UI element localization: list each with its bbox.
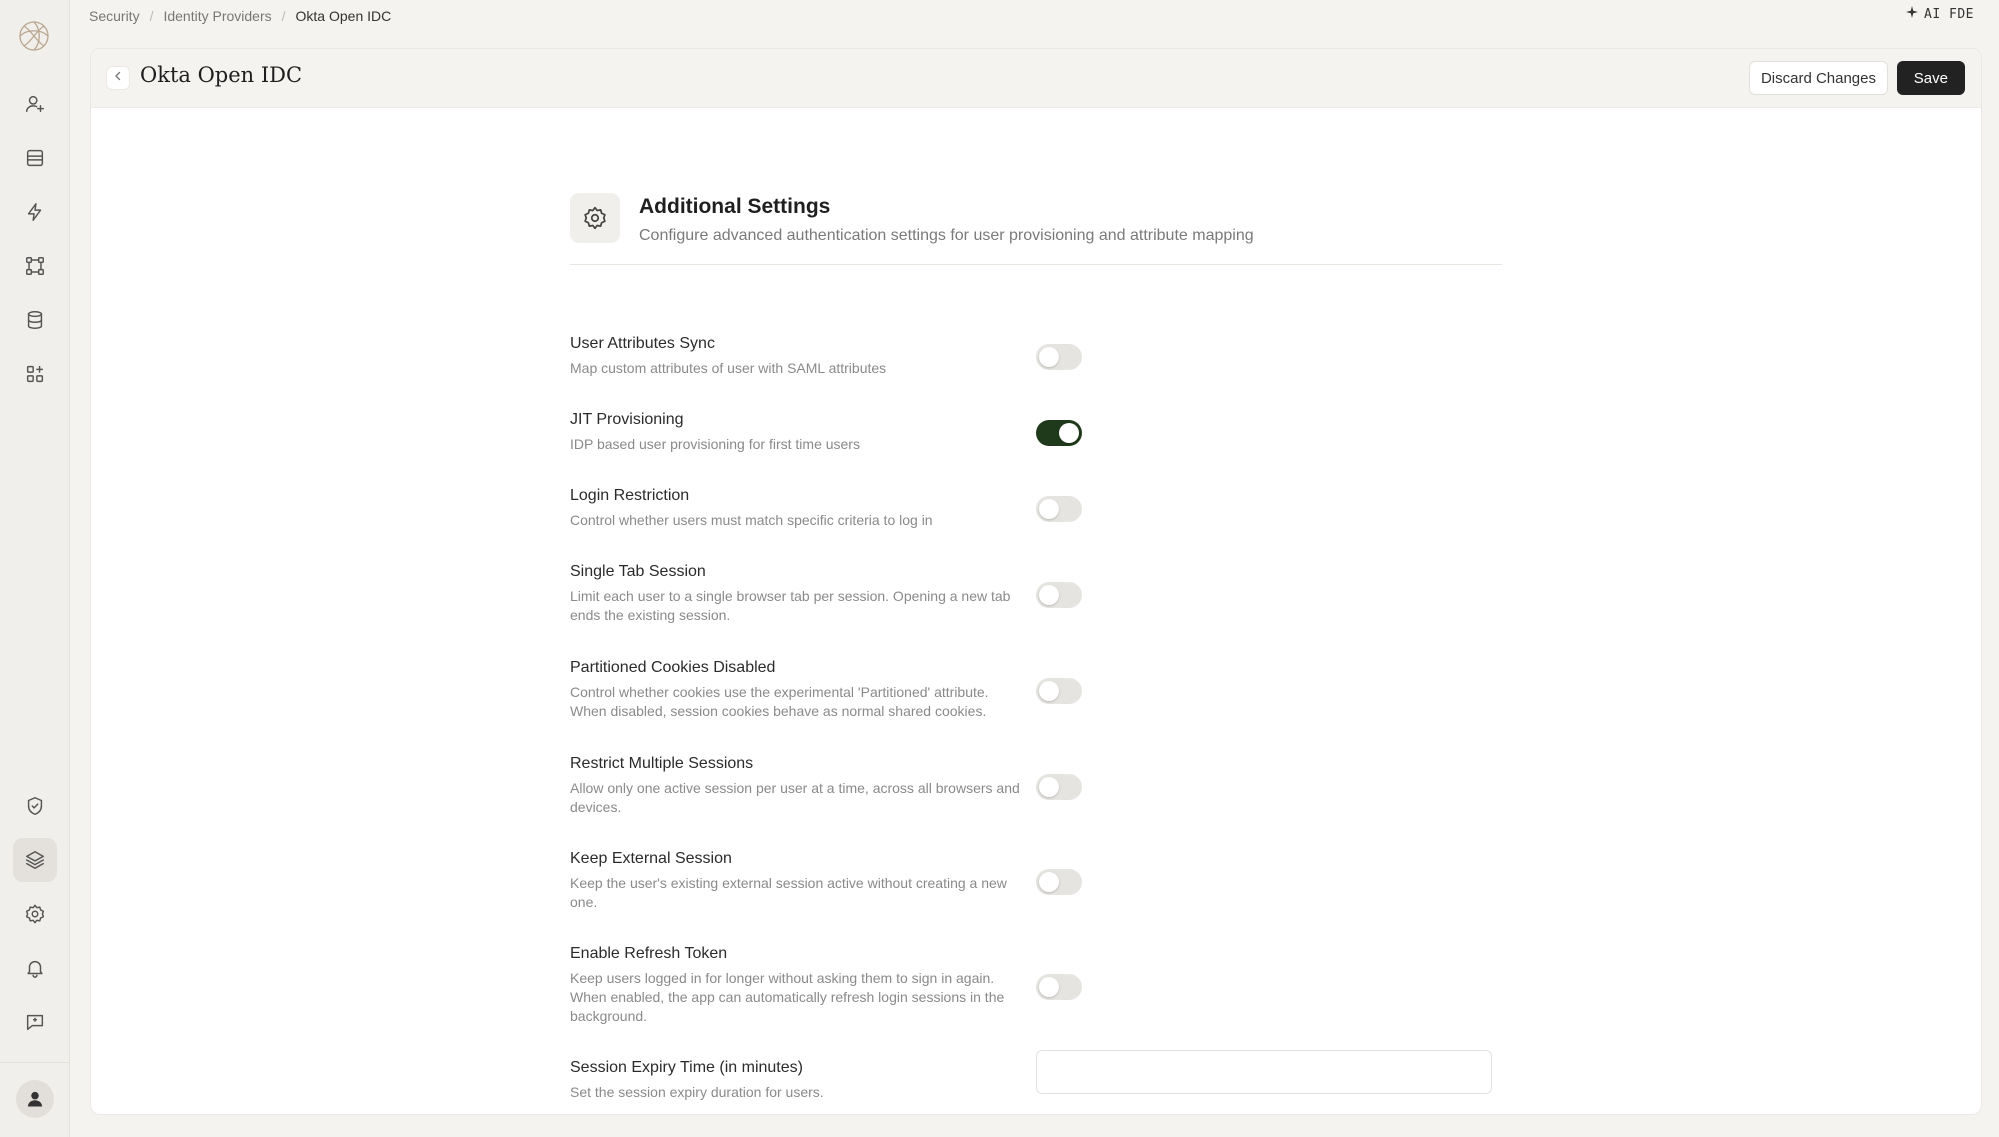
- bell-icon[interactable]: [13, 946, 57, 990]
- setting-description: Set the session expiry duration for user…: [570, 1084, 824, 1100]
- setting-row-user-attributes-sync: User Attributes Sync Map custom attribut…: [570, 335, 1502, 378]
- setting-row-single-tab-session: Single Tab Session Limit each user to a …: [570, 563, 1502, 625]
- breadcrumb: Security / Identity Providers / Okta Ope…: [89, 6, 391, 26]
- sidebar-divider: [0, 1062, 70, 1063]
- toggle-keep-external-session[interactable]: [1036, 869, 1082, 895]
- toggle-knob: [1039, 872, 1059, 892]
- section-subtitle: Configure advanced authentication settin…: [639, 227, 1254, 244]
- shield-icon[interactable]: [13, 784, 57, 828]
- breadcrumb-separator: /: [281, 8, 286, 24]
- database-icon[interactable]: [13, 298, 57, 342]
- settings-gear-icon: [570, 193, 620, 243]
- inbox-icon[interactable]: [13, 136, 57, 180]
- breadcrumb-item-security[interactable]: Security: [89, 8, 140, 24]
- setting-description: Control whether users must match specifi…: [570, 512, 933, 528]
- breadcrumb-item-identity-providers[interactable]: Identity Providers: [163, 8, 271, 24]
- toggle-knob: [1059, 423, 1079, 443]
- discard-changes-button[interactable]: Discard Changes: [1748, 61, 1888, 95]
- breadcrumb-separator: /: [149, 8, 154, 24]
- toggle-login-restriction[interactable]: [1036, 496, 1082, 522]
- workflow-icon[interactable]: [13, 244, 57, 288]
- setting-description: Control whether cookies use the experime…: [570, 684, 989, 719]
- page-title: Okta Open IDC: [140, 63, 303, 87]
- setting-row-enable-refresh-token: Enable Refresh Token Keep users logged i…: [570, 945, 1502, 1026]
- setting-description: Allow only one active session per user a…: [570, 780, 1020, 815]
- setting-description: Keep the user's existing external sessio…: [570, 875, 1007, 910]
- sidebar: [0, 0, 70, 1137]
- setting-row-login-restriction: Login Restriction Control whether users …: [570, 487, 1502, 530]
- setting-title: Partitioned Cookies Disabled: [570, 659, 776, 676]
- setting-description: IDP based user provisioning for first ti…: [570, 436, 860, 452]
- setting-row-keep-external-session: Keep External Session Keep the user's ex…: [570, 850, 1502, 912]
- toggle-knob: [1039, 977, 1059, 997]
- toggle-single-tab-session[interactable]: [1036, 582, 1082, 608]
- toggle-enable-refresh-token[interactable]: [1036, 974, 1082, 1000]
- back-button[interactable]: [106, 66, 130, 90]
- section-header: Additional Settings Configure advanced a…: [570, 193, 1502, 265]
- layers-icon[interactable]: [13, 838, 57, 882]
- bolt-icon[interactable]: [13, 190, 57, 234]
- setting-row-partitioned-cookies-disabled: Partitioned Cookies Disabled Control whe…: [570, 659, 1502, 721]
- sparkle-icon: [1906, 6, 1919, 22]
- toggle-jit-provisioning[interactable]: [1036, 420, 1082, 446]
- section-title: Additional Settings: [639, 195, 831, 218]
- setting-description: Map custom attributes of user with SAML …: [570, 360, 887, 376]
- session-expiry-input[interactable]: [1036, 1050, 1492, 1094]
- ai-fde-button[interactable]: AI FDE: [1906, 6, 1974, 22]
- apps-icon[interactable]: [13, 352, 57, 396]
- toggle-knob: [1039, 681, 1059, 701]
- toggle-user-attributes-sync[interactable]: [1036, 344, 1082, 370]
- toggle-knob: [1039, 585, 1059, 605]
- setting-title: User Attributes Sync: [570, 335, 715, 352]
- ai-fde-label: AI FDE: [1924, 6, 1974, 22]
- setting-description: Limit each user to a single browser tab …: [570, 588, 1011, 623]
- setting-description: Keep users logged in for longer without …: [570, 970, 1005, 1024]
- setting-title: JIT Provisioning: [570, 411, 684, 428]
- setting-row-restrict-multiple-sessions: Restrict Multiple Sessions Allow only on…: [570, 755, 1502, 817]
- feedback-icon[interactable]: [13, 1000, 57, 1044]
- setting-title: Restrict Multiple Sessions: [570, 755, 754, 772]
- gear-icon[interactable]: [13, 892, 57, 936]
- setting-row-jit-provisioning: JIT Provisioning IDP based user provisio…: [570, 411, 1502, 454]
- additional-settings-section: Additional Settings Configure advanced a…: [570, 193, 1502, 1100]
- setting-title: Login Restriction: [570, 487, 690, 504]
- toggle-knob: [1039, 499, 1059, 519]
- setting-title: Single Tab Session: [570, 563, 706, 580]
- toggle-restrict-multiple-sessions[interactable]: [1036, 774, 1082, 800]
- setting-title: Enable Refresh Token: [570, 945, 728, 962]
- chevron-left-icon: [112, 69, 124, 87]
- toggle-knob: [1039, 347, 1059, 367]
- breadcrumb-item-current: Okta Open IDC: [295, 8, 392, 24]
- toggle-knob: [1039, 777, 1059, 797]
- toggle-partitioned-cookies-disabled[interactable]: [1036, 678, 1082, 704]
- save-button[interactable]: Save: [1896, 61, 1965, 95]
- card-header: Okta Open IDC Discard Changes Save: [91, 49, 1981, 108]
- setting-title: Keep External Session: [570, 850, 732, 867]
- setting-row-session-expiry: Session Expiry Time (in minutes) Set the…: [570, 1050, 1502, 1102]
- avatar[interactable]: [16, 1080, 54, 1118]
- logo[interactable]: [15, 17, 53, 55]
- users-icon[interactable]: [13, 82, 57, 126]
- main-card: Okta Open IDC Discard Changes Save Addit…: [90, 48, 1982, 1115]
